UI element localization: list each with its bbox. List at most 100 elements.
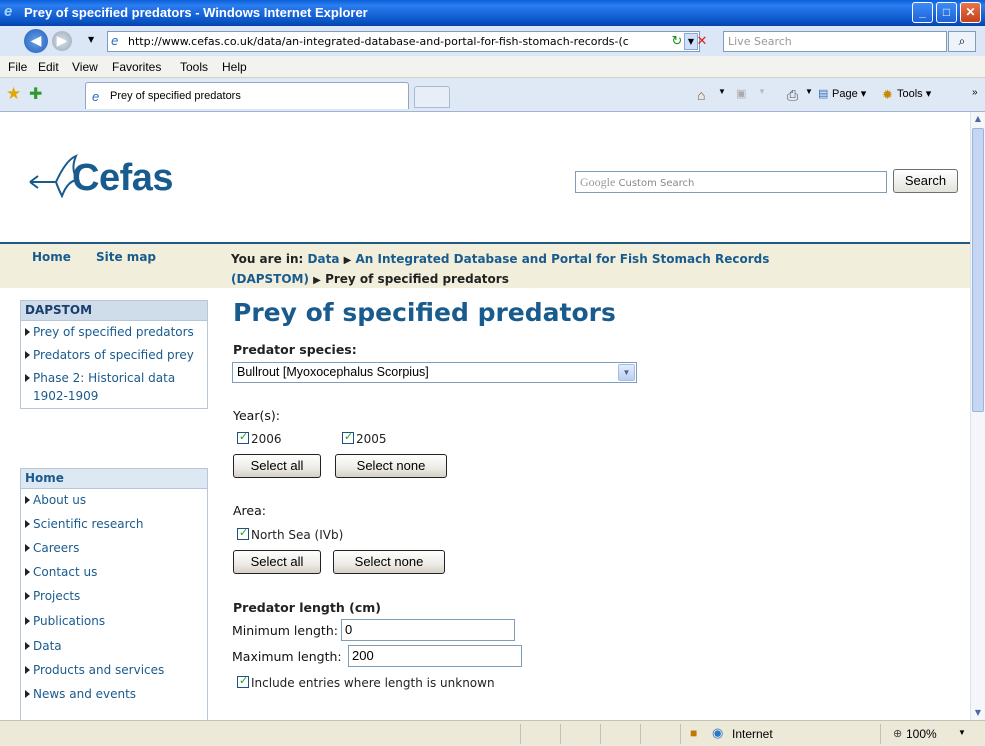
checkbox-checked-icon <box>237 430 249 444</box>
max-length-input[interactable]: 200 <box>348 645 522 667</box>
status-divider <box>880 724 881 744</box>
breadcrumb-label: You are in: <box>231 252 304 266</box>
scroll-thumb[interactable] <box>972 128 984 412</box>
tab-active[interactable]: e Prey of specified predators <box>85 82 409 109</box>
menu-file[interactable]: File <box>8 60 27 74</box>
stop-button[interactable]: ✕ <box>691 32 713 51</box>
sidebar-item-research[interactable]: Scientific research <box>21 513 207 537</box>
tools-menu[interactable]: Tools ▾ <box>897 87 931 100</box>
area-north-sea-label: North Sea (IVb) <box>251 528 344 542</box>
add-favorite-icon[interactable]: ✚ <box>29 84 42 104</box>
scroll-up-icon[interactable]: ▲ <box>972 112 984 126</box>
back-button[interactable]: ◀ <box>24 29 48 53</box>
print-icon[interactable]: ⎙ <box>787 87 798 104</box>
years-select-none-button[interactable]: Select none <box>335 454 447 478</box>
feeds-icon[interactable]: ▣ <box>736 87 746 100</box>
sidebar-item-contact[interactable]: Contact us <box>21 561 207 585</box>
sidebar-item-data[interactable]: Data <box>21 635 207 659</box>
checkbox-checked-icon <box>237 674 249 688</box>
nav-sitemap-link[interactable]: Site map <box>96 250 156 264</box>
address-url: http://www.cefas.co.uk/data/an-integrate… <box>128 35 629 48</box>
minimize-button[interactable]: _ <box>912 2 933 23</box>
predator-species-label: Predator species: <box>233 342 357 357</box>
years-select-all-button[interactable]: Select all <box>233 454 321 478</box>
area-label: Area: <box>233 503 266 518</box>
sidebar-item-products[interactable]: Products and services <box>21 659 207 683</box>
sidebar-item-prey[interactable]: Prey of specified predators <box>21 321 207 344</box>
status-divider <box>680 724 681 744</box>
home-icon[interactable]: ⌂ <box>697 87 705 103</box>
chevron-more-icon[interactable]: » <box>972 87 978 98</box>
menu-view[interactable]: View <box>72 60 98 74</box>
vertical-scrollbar[interactable]: ▲ ▼ <box>970 112 985 720</box>
max-length-label: Maximum length: <box>232 649 342 664</box>
address-input[interactable]: e http://www.cefas.co.uk/data/an-integra… <box>107 31 700 52</box>
page-title: Prey of specified predators <box>233 298 616 327</box>
sidebar-item-about[interactable]: About us <box>21 489 207 513</box>
year-2005-checkbox[interactable]: 2005 <box>342 430 387 446</box>
sidebar-item-careers[interactable]: Careers <box>21 537 207 561</box>
forward-button[interactable]: ▶ <box>52 31 72 51</box>
checkbox-checked-icon <box>237 526 249 540</box>
favorites-star-icon[interactable]: ★ <box>6 84 21 104</box>
breadcrumb-current: Prey of specified predators <box>325 272 509 286</box>
menu-edit[interactable]: Edit <box>38 60 59 74</box>
address-toolbar: ◀ ▶ ▼ e http://www.cefas.co.uk/data/an-i… <box>0 26 985 56</box>
menu-favorites[interactable]: Favorites <box>112 60 161 74</box>
scroll-down-icon[interactable]: ▼ <box>972 706 984 720</box>
sidebar-item-predators[interactable]: Predators of specified prey <box>21 344 207 367</box>
sidebar-item-historical[interactable]: Phase 2: Historical data 1902-1909 <box>21 367 207 408</box>
ie-logo-icon: e <box>4 3 13 20</box>
feeds-dropdown-icon[interactable]: ▼ <box>758 87 766 96</box>
status-bar: ■ ◉ Internet ⊕ 100% ▼ <box>0 720 985 746</box>
include-unknown-checkbox[interactable]: Include entries where length is unknown <box>237 674 495 690</box>
year-2006-checkbox[interactable]: 2006 <box>237 430 282 446</box>
history-dropdown-icon[interactable]: ▼ <box>88 35 94 44</box>
site-search-input[interactable]: Google Custom Search <box>575 171 887 193</box>
search-button[interactable]: Search <box>893 169 958 193</box>
window-titlebar: e Prey of specified predators - Windows … <box>0 0 985 26</box>
tab-label: Prey of specified predators <box>110 90 241 102</box>
close-button[interactable]: ✕ <box>960 2 981 23</box>
google-brand: Google <box>580 175 616 189</box>
area-select-none-button[interactable]: Select none <box>333 550 445 574</box>
area-north-sea-checkbox[interactable]: North Sea (IVb) <box>237 526 344 542</box>
sidebar-home-title[interactable]: Home <box>21 469 207 489</box>
breadcrumb-separator-icon: ▶ <box>313 275 321 286</box>
zoom-dropdown-icon[interactable]: ▼ <box>958 728 966 737</box>
page-icon: e <box>111 34 119 48</box>
refresh-button[interactable]: ↻ <box>666 32 688 51</box>
window-title: Prey of specified predators - Windows In… <box>24 5 368 20</box>
area-select-all-button[interactable]: Select all <box>233 550 321 574</box>
status-divider <box>600 724 601 744</box>
predator-species-value: Bullrout [Myoxocephalus Scorpius] <box>237 365 429 379</box>
search-icon[interactable]: ⌕ <box>948 31 976 52</box>
sidebar-item-news[interactable]: News and events <box>21 683 207 707</box>
breadcrumb-data-link[interactable]: Data <box>308 252 340 266</box>
status-divider <box>520 724 521 744</box>
min-length-input[interactable]: 0 <box>341 619 515 641</box>
sidebar-item-projects[interactable]: Projects <box>21 585 207 610</box>
checkbox-checked-icon <box>342 430 354 444</box>
live-search-input[interactable]: Live Search <box>723 31 947 52</box>
min-length-label: Minimum length: <box>232 623 338 638</box>
menu-help[interactable]: Help <box>222 60 247 74</box>
nav-home-link[interactable]: Home <box>32 250 71 264</box>
breadcrumb: You are in: Data ▶ An Integrated Databas… <box>231 250 791 290</box>
predator-species-select[interactable]: Bullrout [Myoxocephalus Scorpius] ▼ <box>232 362 637 383</box>
tools-gear-icon: ✹ <box>882 87 893 102</box>
sidebar-item-publications[interactable]: Publications <box>21 610 207 635</box>
zoom-level[interactable]: 100% <box>906 727 937 741</box>
site-logo[interactable]: Cefas <box>72 157 174 200</box>
page-content: Cefas Google Custom Search Search Home S… <box>0 112 970 720</box>
menu-tools[interactable]: Tools <box>180 60 208 74</box>
menu-bar: File Edit View Favorites Tools Help <box>0 56 985 78</box>
sidebar-dapstom-title: DAPSTOM <box>21 301 207 321</box>
new-tab-button[interactable] <box>414 86 450 108</box>
print-dropdown-icon[interactable]: ▼ <box>805 87 813 96</box>
page-menu[interactable]: Page ▾ <box>832 87 866 100</box>
home-dropdown-icon[interactable]: ▼ <box>718 87 726 96</box>
status-divider <box>640 724 641 744</box>
page-icon: e <box>92 89 100 104</box>
maximize-button[interactable]: □ <box>936 2 957 23</box>
